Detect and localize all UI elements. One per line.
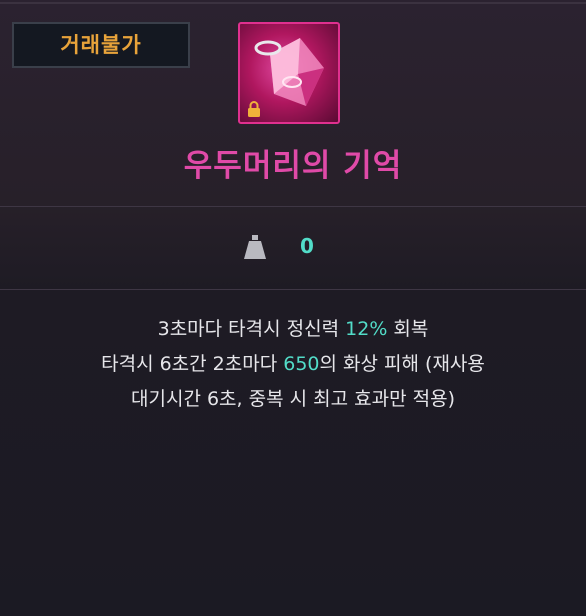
lock-icon [248, 101, 260, 117]
effect-line-2: 타격시 6초간 2초마다 650의 화상 피해 (재사용 [101, 353, 485, 375]
item-tooltip: 거래불가 우두머리의 기억 0 3초마다 타격시 정신력 12% 회복 타격시 … [0, 0, 586, 616]
untradable-badge: 거래불가 [12, 22, 190, 68]
divider [0, 206, 586, 207]
weight-row: 0 [0, 230, 586, 266]
effect-description: 3초마다 타격시 정신력 12% 회복 타격시 6초간 2초마다 650의 화상… [0, 312, 586, 417]
divider [0, 289, 586, 290]
effect-line-3: 대기시간 6초, 중복 시 최고 효과만 적용) [131, 388, 455, 410]
weight-value: 0 [300, 234, 314, 258]
item-name: 우두머리의 기억 [183, 148, 403, 184]
effect-highlight: 12% [345, 318, 388, 340]
item-icon [238, 22, 340, 124]
effect-line-1: 3초마다 타격시 정신력 12% 회복 [157, 318, 429, 340]
effect-highlight: 650 [283, 353, 320, 375]
weight-icon [244, 235, 266, 259]
top-border [0, 2, 586, 4]
